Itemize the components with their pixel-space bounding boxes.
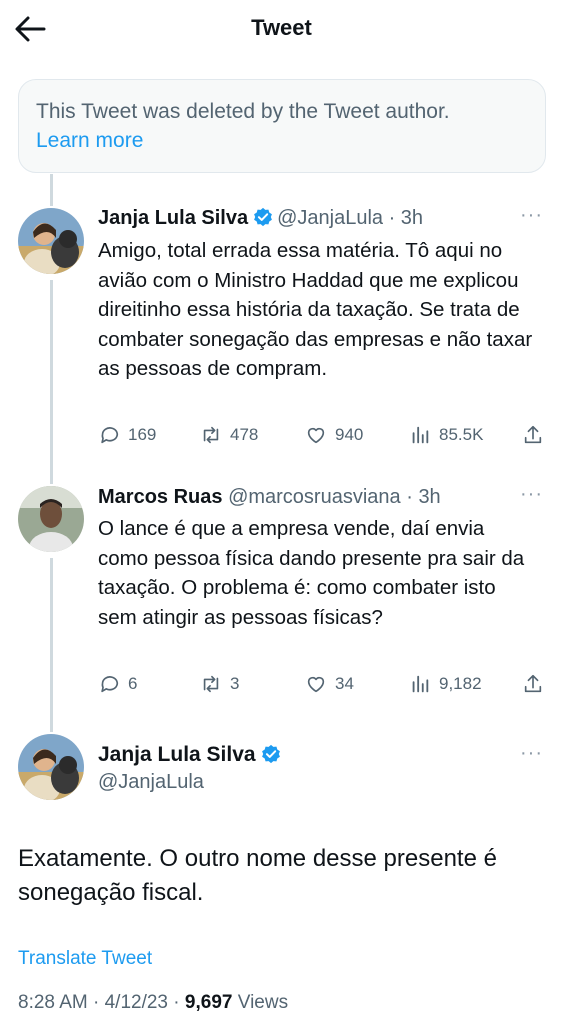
main-tweet-text: Exatamente. O outro nome desse presente …: [18, 845, 497, 906]
reply-button[interactable]: 6: [98, 673, 137, 695]
reply-button[interactable]: 169: [98, 424, 156, 446]
tweet-actions: 6 3 34 9,182: [98, 673, 546, 699]
share-button[interactable]: [522, 424, 544, 446]
deleted-notice-text: This Tweet was deleted by the Tweet auth…: [36, 100, 450, 123]
tweet-date[interactable]: 4/12/23: [105, 992, 168, 1013]
reply-count: 6: [128, 674, 138, 693]
tweet-header: Marcos Ruas @marcosruasviana · 3h: [98, 484, 441, 510]
tweet-time[interactable]: 3h: [418, 486, 440, 508]
author-name[interactable]: Marcos Ruas: [98, 486, 223, 508]
verified-badge-icon: [261, 744, 280, 764]
retweet-icon: [203, 675, 219, 693]
views-button[interactable]: 9,182: [409, 673, 482, 695]
share-icon: [524, 674, 542, 693]
more-icon[interactable]: ···: [520, 483, 543, 506]
views-icon: [412, 675, 429, 693]
author-handle[interactable]: @JanjaLula: [277, 207, 383, 229]
retweet-icon: [203, 426, 219, 444]
share-icon: [524, 425, 542, 444]
tweet-time[interactable]: 8:28 AM: [18, 992, 88, 1013]
more-icon[interactable]: ···: [520, 742, 543, 765]
avatar[interactable]: [18, 486, 84, 552]
author-name[interactable]: Janja Lula Silva: [98, 207, 248, 229]
separator-dot: ·: [383, 207, 401, 229]
separator-dot: ·: [400, 486, 419, 508]
tweet-text: Amigo, total errada essa matéria. Tô aqu…: [98, 239, 533, 380]
reply-icon: [101, 676, 119, 693]
tweet-time[interactable]: 3h: [401, 207, 423, 229]
tweet-actions: 169 478 940 85.5K: [98, 424, 546, 450]
like-icon: [307, 427, 325, 444]
verified-badge-icon: [254, 207, 272, 227]
thread-line: [50, 280, 53, 484]
like-count: 34: [335, 674, 354, 693]
tweet-text: O lance é que a empresa vende, daí envia…: [98, 517, 525, 629]
author-name[interactable]: Janja Lula Silva: [98, 743, 256, 766]
translate-tweet-link[interactable]: Translate Tweet: [18, 948, 152, 970]
views-count: 9,697: [184, 992, 233, 1013]
retweet-button[interactable]: 478: [200, 424, 258, 446]
page-title: Tweet: [251, 15, 312, 40]
deleted-tweet-notice: This Tweet was deleted by the Tweet auth…: [18, 79, 546, 173]
tweet-header: Janja Lula Silva @JanjaLula · 3h: [98, 205, 423, 231]
retweet-button[interactable]: 3: [200, 673, 239, 695]
like-button[interactable]: 940: [305, 424, 363, 446]
separator-dot: ·: [168, 992, 185, 1013]
views-count: 9,182: [439, 674, 482, 693]
main-tweet-author: Janja Lula Silva: [98, 742, 285, 768]
learn-more-link[interactable]: Learn more: [36, 126, 528, 155]
avatar[interactable]: [18, 208, 84, 274]
avatar[interactable]: [18, 734, 84, 800]
separator-dot: ·: [87, 992, 105, 1013]
reply-icon: [101, 427, 119, 444]
tweet-meta: 8:28 AM · 4/12/23 · 9,697 Views: [18, 992, 288, 1014]
like-count: 940: [335, 425, 364, 444]
views-count: 85.5K: [439, 425, 484, 444]
like-button[interactable]: 34: [305, 673, 354, 695]
views-label: Views: [237, 992, 289, 1013]
views-button[interactable]: 85.5K: [409, 424, 483, 446]
top-bar: Tweet: [0, 0, 563, 58]
share-button[interactable]: [522, 673, 544, 695]
views-icon: [412, 426, 429, 444]
thread-line: [50, 174, 53, 206]
more-icon[interactable]: ···: [520, 204, 543, 227]
thread-line: [50, 558, 53, 732]
retweet-count: 478: [230, 425, 259, 444]
retweet-count: 3: [230, 674, 240, 693]
author-handle[interactable]: @marcosruasviana: [228, 486, 401, 508]
author-handle[interactable]: @JanjaLula: [98, 771, 204, 794]
reply-count: 169: [128, 425, 157, 444]
like-icon: [307, 676, 325, 693]
